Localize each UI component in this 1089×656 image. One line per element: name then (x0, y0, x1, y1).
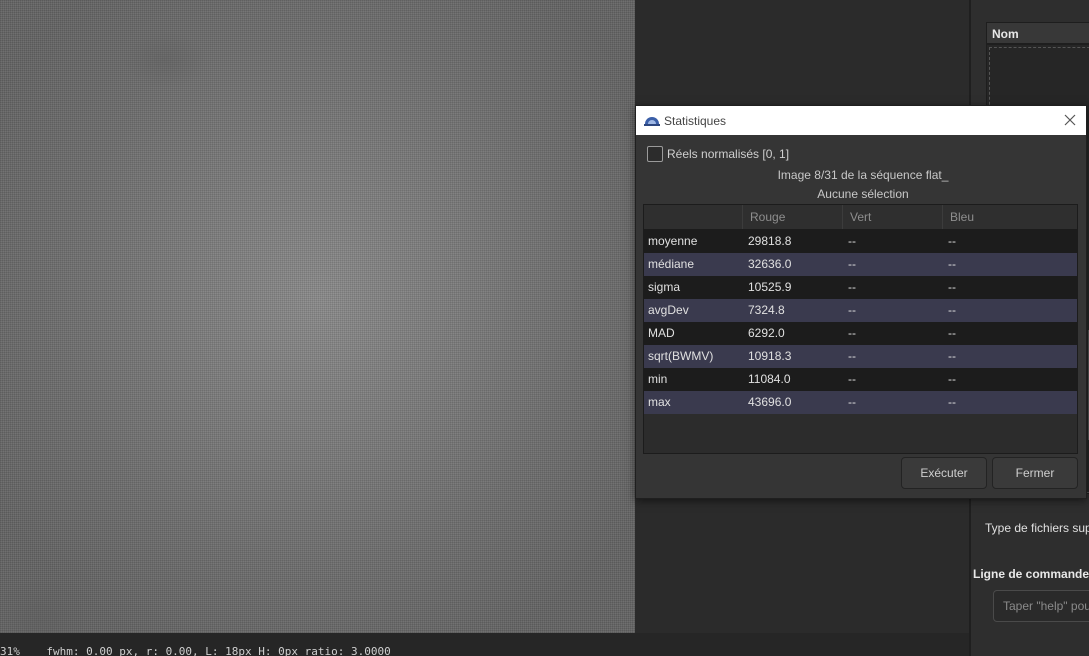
image-info: Image 8/31 de la séquence flat_ (777, 168, 949, 182)
cell-vert: -- (848, 234, 856, 248)
cell-rouge: 7324.8 (748, 303, 785, 317)
cell-vert: -- (848, 326, 856, 340)
table-row[interactable]: sigma 10525.9 -- -- (644, 276, 1077, 299)
table-row[interactable]: médiane 32636.0 -- -- (644, 253, 1077, 276)
statistics-dialog: Statistiques Réels normalisés [0, 1] Ima… (635, 105, 1087, 499)
close-button[interactable] (1060, 110, 1080, 130)
table-row[interactable]: moyenne 29818.8 -- -- (644, 230, 1077, 253)
command-input[interactable] (993, 590, 1089, 622)
cell-rouge: 11084.0 (748, 372, 791, 386)
table-row[interactable]: sqrt(BWMV) 10918.3 -- -- (644, 345, 1077, 368)
column-header-bleu[interactable]: Bleu (942, 205, 1079, 229)
normalized-checkbox[interactable] (647, 146, 663, 162)
cell-rouge: 32636.0 (748, 257, 792, 271)
cell-rouge: 43696.0 (748, 395, 792, 409)
normalized-checkbox-label[interactable]: Réels normalisés [0, 1] (667, 147, 789, 161)
cell-vert: -- (848, 372, 856, 386)
cell-vert: -- (848, 349, 856, 363)
column-header-stat[interactable] (644, 205, 742, 229)
cell-name: max (648, 395, 671, 409)
cell-name: MAD (648, 326, 675, 340)
cell-bleu: -- (948, 349, 956, 363)
table-row[interactable]: MAD 6292.0 -- -- (644, 322, 1077, 345)
column-header-rouge[interactable]: Rouge (742, 205, 842, 229)
status-bar: 31% fwhm: 0.00 px, r: 0.00, L: 18px H: 0… (0, 633, 970, 656)
statistics-table: Rouge Vert Bleu moyenne 29818.8 -- -- médian… (643, 204, 1078, 454)
selection-info: Aucune sélection (817, 187, 909, 201)
table-row[interactable]: avgDev 7324.8 -- -- (644, 299, 1077, 322)
table-row[interactable]: max 43696.0 -- -- (644, 391, 1077, 414)
cell-bleu: -- (948, 303, 956, 317)
cell-name: moyenne (648, 234, 698, 248)
cell-name: médiane (648, 257, 695, 271)
close-icon (1064, 114, 1076, 126)
cell-vert: -- (848, 280, 856, 294)
cell-vert: -- (848, 257, 856, 271)
dialog-titlebar[interactable]: Statistiques (636, 106, 1086, 135)
cell-rouge: 6292.0 (748, 326, 785, 340)
cell-bleu: -- (948, 372, 956, 386)
column-header-vert[interactable]: Vert (842, 205, 942, 229)
cell-name: sqrt(BWMV) (648, 349, 714, 363)
file-type-label: Type de fichiers supp (985, 521, 1089, 535)
cell-rouge: 10918.3 (748, 349, 792, 363)
table-header: Rouge Vert Bleu (644, 205, 1077, 230)
cell-rouge: 29818.8 (748, 234, 792, 248)
cell-vert: -- (848, 395, 856, 409)
execute-button[interactable]: Exécuter (901, 457, 987, 489)
cell-name: avgDev (648, 303, 689, 317)
dialog-title: Statistiques (664, 114, 727, 128)
image-canvas[interactable] (0, 0, 635, 633)
cell-name: min (648, 372, 668, 386)
cell-bleu: -- (948, 395, 956, 409)
column-header-name[interactable]: Nom (986, 22, 1089, 44)
command-line-title: Ligne de commande (973, 567, 1089, 581)
close-dialog-button[interactable]: Fermer (992, 457, 1078, 489)
cell-name: sigma (648, 280, 681, 294)
cell-bleu: -- (948, 234, 956, 248)
table-row[interactable]: min 11084.0 -- -- (644, 368, 1077, 391)
siril-dome-icon (644, 117, 660, 126)
cell-vert: -- (848, 303, 856, 317)
cell-bleu: -- (948, 280, 956, 294)
cell-rouge: 10525.9 (748, 280, 792, 294)
cell-bleu: -- (948, 326, 956, 340)
cell-bleu: -- (948, 257, 956, 271)
